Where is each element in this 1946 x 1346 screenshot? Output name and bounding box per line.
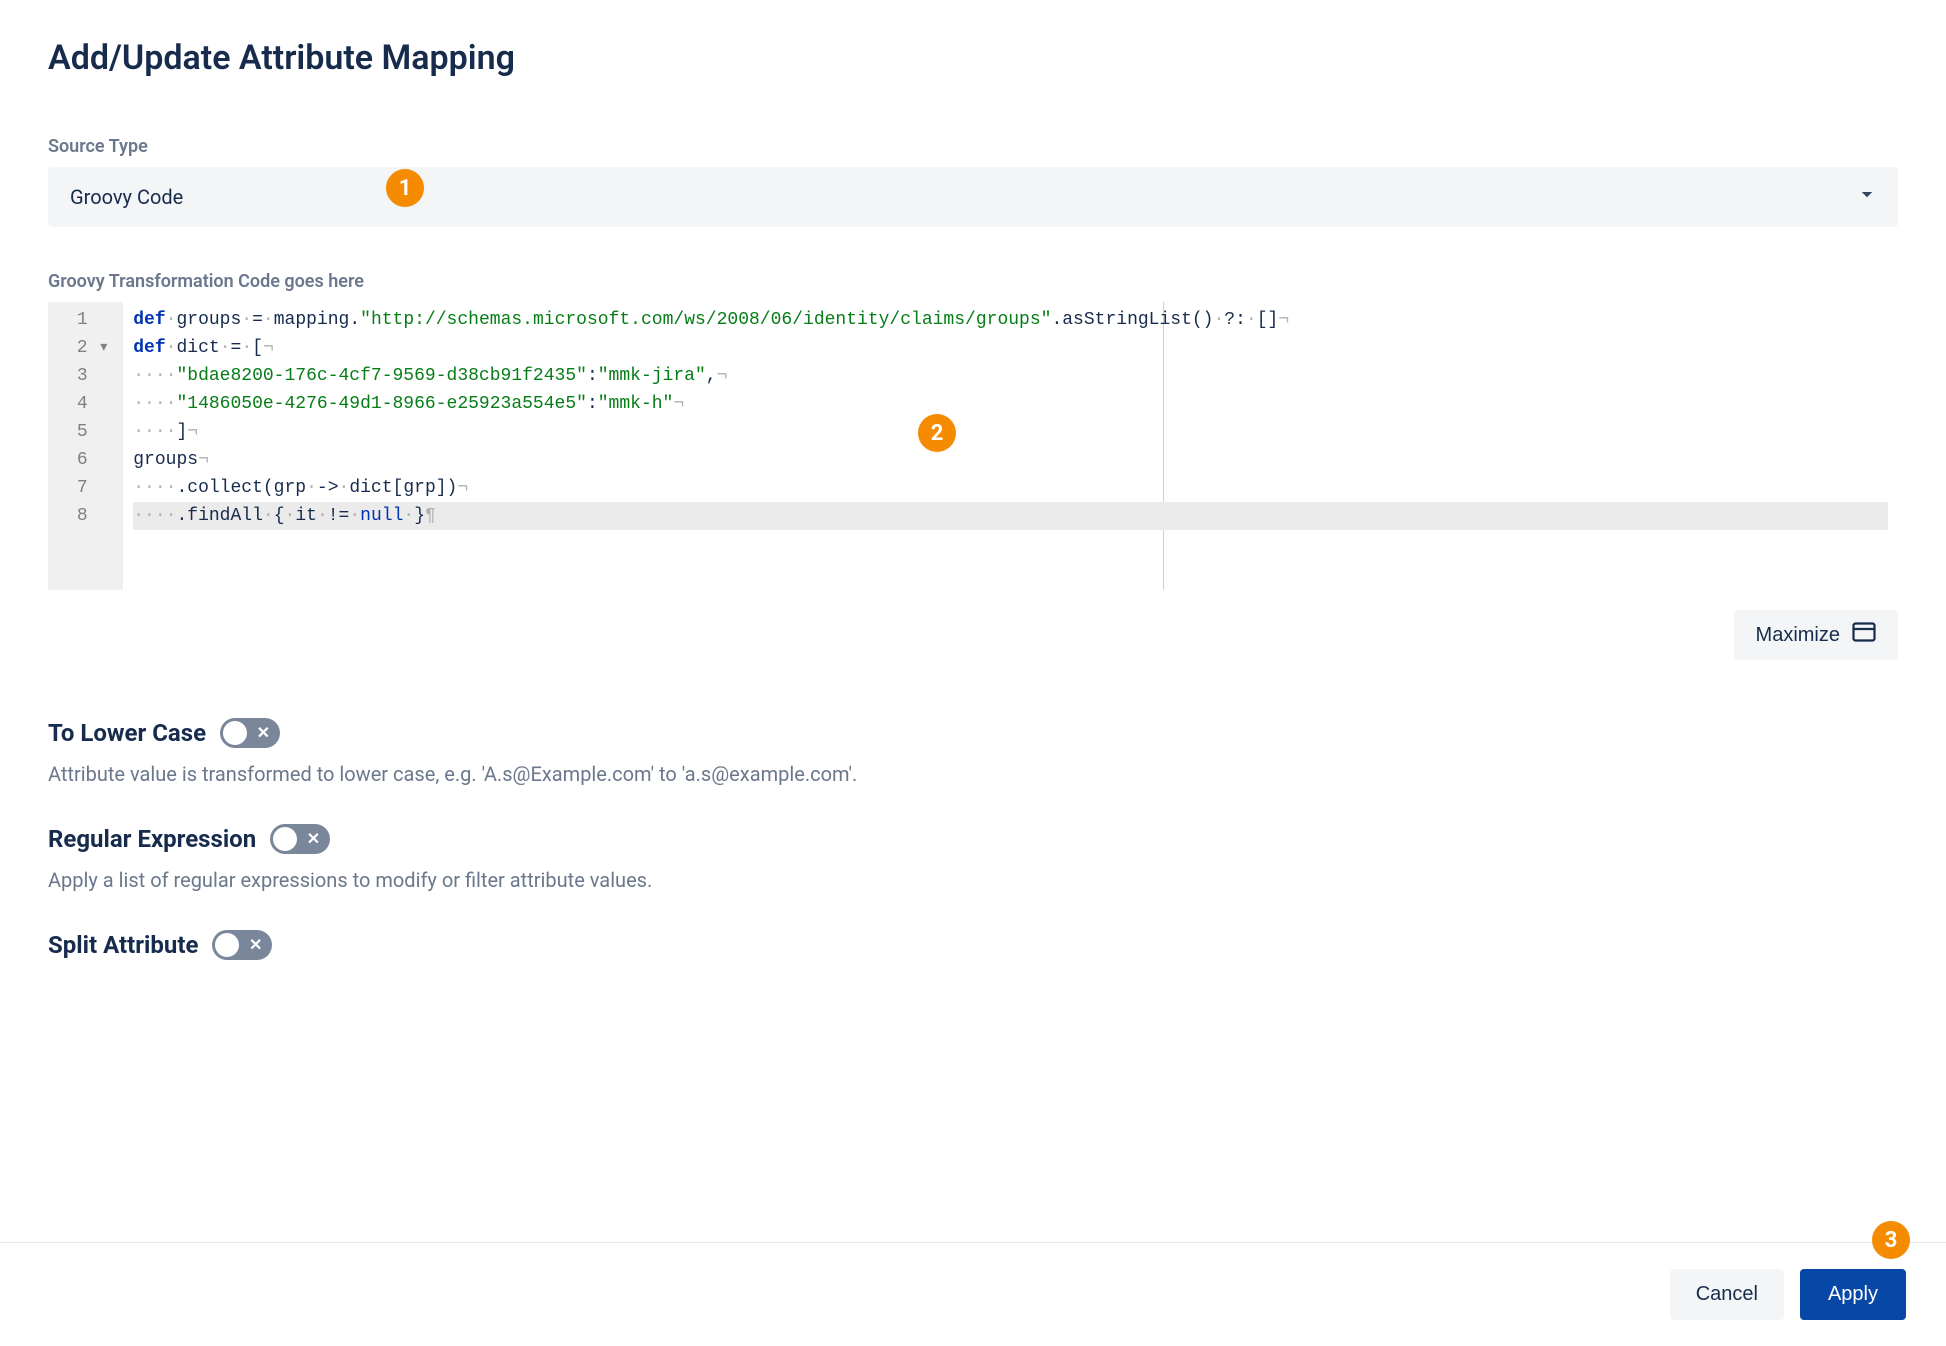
maximize-icon	[1852, 622, 1876, 648]
regex-title: Regular Expression	[48, 825, 256, 853]
code-gutter: 1 2 ▾ 3 4 5 6 7 8	[48, 302, 123, 590]
toggle-knob	[215, 933, 239, 957]
regex-desc: Apply a list of regular expressions to m…	[48, 868, 1898, 892]
code-body[interactable]: def·groups·=·mapping."http://schemas.mic…	[123, 302, 1898, 590]
cancel-button[interactable]: Cancel	[1670, 1269, 1784, 1320]
code-line[interactable]: ····.collect(grp·->·dict[grp])¬	[133, 474, 1888, 502]
regex-toggle[interactable]: ✕	[270, 824, 330, 854]
code-line[interactable]: ····"bdae8200-176c-4cf7-9569-d38cb91f243…	[133, 362, 1888, 390]
code-line[interactable]: def·dict·=·[¬	[133, 334, 1888, 362]
page-title: Add/Update Attribute Mapping	[48, 38, 1898, 78]
to-lower-case-title: To Lower Case	[48, 719, 206, 747]
close-icon: ✕	[257, 725, 270, 741]
code-line[interactable]: ····"1486050e-4276-49d1-8966-e25923a554e…	[133, 390, 1888, 418]
callout-3: 3	[1872, 1221, 1910, 1259]
source-type-value: Groovy Code	[70, 185, 183, 209]
callout-2: 2	[918, 414, 956, 452]
toggle-knob	[223, 721, 247, 745]
chevron-down-icon	[1858, 185, 1876, 209]
code-section-label: Groovy Transformation Code goes here	[48, 271, 1898, 292]
split-attribute-toggle[interactable]: ✕	[212, 930, 272, 960]
code-line[interactable]: def·groups·=·mapping."http://schemas.mic…	[133, 306, 1888, 334]
code-line[interactable]: ····.findAll·{·it·!=·null·}¶	[133, 502, 1888, 530]
regex-section: Regular Expression ✕ Apply a list of reg…	[48, 824, 1898, 892]
dialog-content[interactable]: Add/Update Attribute Mapping Source Type…	[0, 0, 1946, 1242]
toggle-knob	[273, 827, 297, 851]
split-attribute-title: Split Attribute	[48, 931, 198, 959]
code-editor[interactable]: 1 2 ▾ 3 4 5 6 7 8 def·groups·=·mapping."…	[48, 302, 1898, 590]
apply-button[interactable]: Apply	[1800, 1269, 1906, 1320]
maximize-label: Maximize	[1756, 624, 1840, 647]
source-type-label: Source Type	[48, 136, 1898, 157]
to-lower-case-desc: Attribute value is transformed to lower …	[48, 762, 1898, 786]
to-lower-case-toggle[interactable]: ✕	[220, 718, 280, 748]
to-lower-case-section: To Lower Case ✕ Attribute value is trans…	[48, 718, 1898, 786]
code-line[interactable]: ····]¬	[133, 418, 1888, 446]
dialog-footer: 3 Cancel Apply	[0, 1242, 1946, 1346]
close-icon: ✕	[249, 937, 262, 953]
split-attribute-section: Split Attribute ✕	[48, 930, 1898, 960]
maximize-button[interactable]: Maximize	[1734, 610, 1898, 660]
code-line[interactable]: groups¬	[133, 446, 1888, 474]
source-type-select[interactable]: Groovy Code	[48, 167, 1898, 227]
callout-1: 1	[386, 169, 424, 207]
close-icon: ✕	[307, 831, 320, 847]
